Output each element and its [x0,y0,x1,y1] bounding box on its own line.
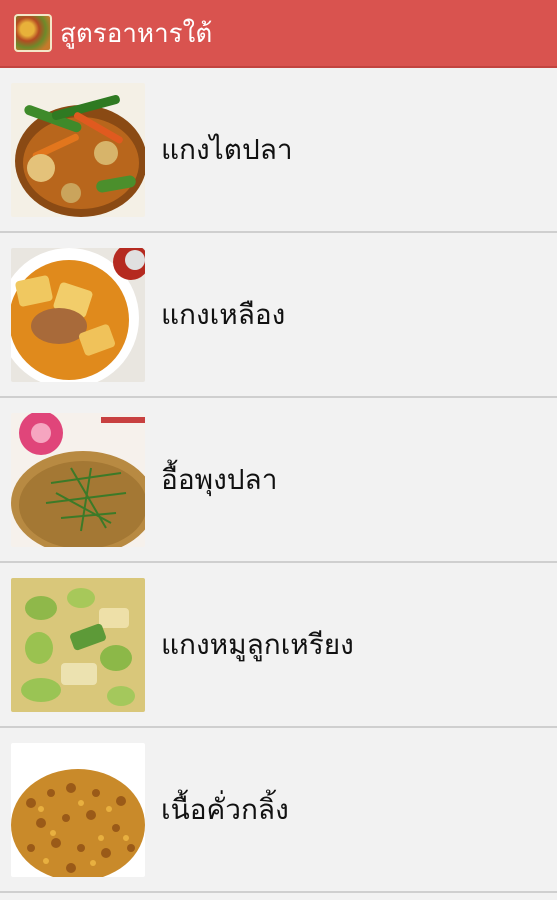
recipe-name: อื้อพุงปลา [161,462,278,496]
recipe-list: แกงไตปลา แกงเหลือง อื้อพุงปลา แกงหมูลูกเ… [0,68,557,893]
recipe-name: แกงหมูลูกเหรียง [161,627,354,661]
recipe-photo [11,412,145,547]
recipe-item-gaeng-moo-look-riang[interactable]: แกงหมูลูกเหรียง [0,563,557,728]
food-bowl-icon[interactable] [14,14,52,52]
recipe-item-gaeng-leuang[interactable]: แกงเหลือง [0,233,557,398]
recipe-name: แกงเหลือง [161,297,286,331]
recipe-item-nuea-khua-kling[interactable]: เนื้อคั่วกลิ้ง [0,728,557,893]
recipe-photo [11,247,145,382]
recipe-photo [11,742,145,877]
recipe-photo [11,82,145,217]
recipe-item-ue-pung-pla[interactable]: อื้อพุงปลา [0,398,557,563]
app-bar: สูตรอาหารใต้ [0,0,557,68]
recipe-name: แกงไตปลา [161,132,293,166]
recipe-item-gaeng-tai-pla[interactable]: แกงไตปลา [0,68,557,233]
recipe-name: เนื้อคั่วกลิ้ง [161,792,289,826]
recipe-photo [11,577,145,712]
app-title: สูตรอาหารใต้ [60,18,213,49]
